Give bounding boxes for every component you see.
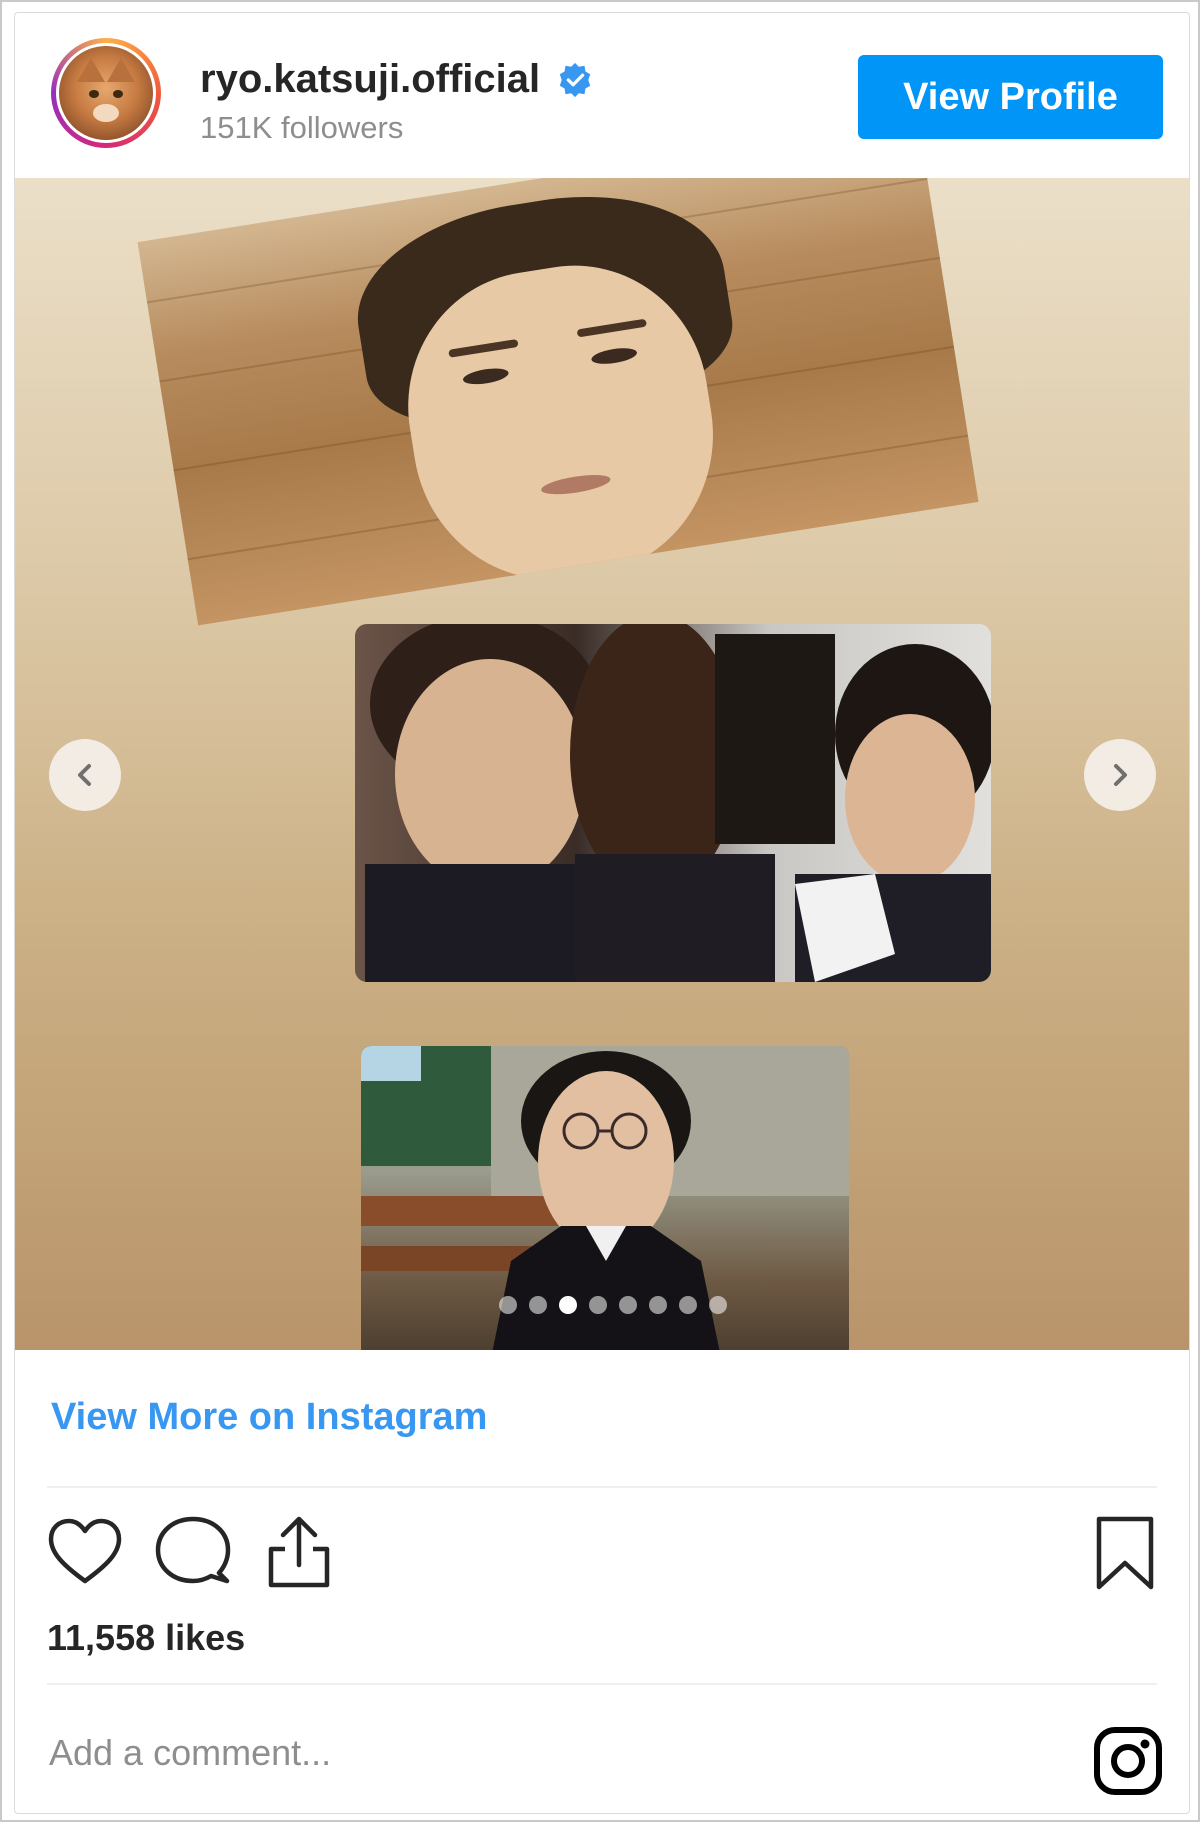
instagram-embed-card: ryo.katsuji.official 151K followers View…: [14, 12, 1190, 1814]
comment-row: [15, 1696, 1189, 1813]
heart-icon[interactable]: [45, 1513, 125, 1593]
carousel-dot: [679, 1296, 697, 1314]
avatar[interactable]: [56, 43, 156, 143]
carousel-dot: [589, 1296, 607, 1314]
carousel-dot: [529, 1296, 547, 1314]
post-header: ryo.katsuji.official 151K followers View…: [15, 13, 1189, 177]
avatar-ring[interactable]: [51, 38, 161, 148]
carousel-dot: [649, 1296, 667, 1314]
screenshot-frame: ryo.katsuji.official 151K followers View…: [0, 0, 1200, 1822]
next-slide-button[interactable]: [1084, 739, 1156, 811]
scene-illustration: [365, 624, 991, 982]
bookmark-icon[interactable]: [1085, 1513, 1165, 1593]
chevron-left-icon: [78, 764, 91, 786]
carousel-indicator: [499, 1296, 727, 1314]
view-more-link[interactable]: View More on Instagram: [51, 1393, 487, 1441]
followers-count: 151K followers: [200, 110, 404, 145]
username-link[interactable]: ryo.katsuji.official: [200, 55, 540, 103]
cat-muzzle: [93, 104, 119, 122]
cat-ear: [77, 58, 105, 82]
carousel-dot: [619, 1296, 637, 1314]
cat-ear: [107, 58, 135, 82]
collage-photo-closeup: [137, 178, 979, 626]
divider: [47, 1683, 1157, 1685]
instagram-icon[interactable]: [1093, 1726, 1163, 1796]
comment-input[interactable]: [47, 1722, 1011, 1784]
divider: [47, 1486, 1157, 1488]
verified-badge-icon: [559, 62, 591, 98]
post-media-carousel[interactable]: [15, 178, 1189, 1350]
carousel-dot: [709, 1296, 727, 1314]
comment-icon[interactable]: [153, 1513, 233, 1593]
chevron-right-icon: [1114, 764, 1127, 786]
likes-count: 11,558 likes: [47, 1617, 246, 1658]
cat-eye: [113, 90, 123, 98]
view-profile-button[interactable]: View Profile: [858, 55, 1163, 139]
cat-eye: [89, 90, 99, 98]
previous-slide-button[interactable]: [49, 739, 121, 811]
collage-photo-scene: [355, 624, 991, 982]
carousel-dot: [559, 1296, 577, 1314]
action-bar: [15, 1513, 1189, 1603]
carousel-dot: [499, 1296, 517, 1314]
share-icon[interactable]: [259, 1513, 339, 1593]
